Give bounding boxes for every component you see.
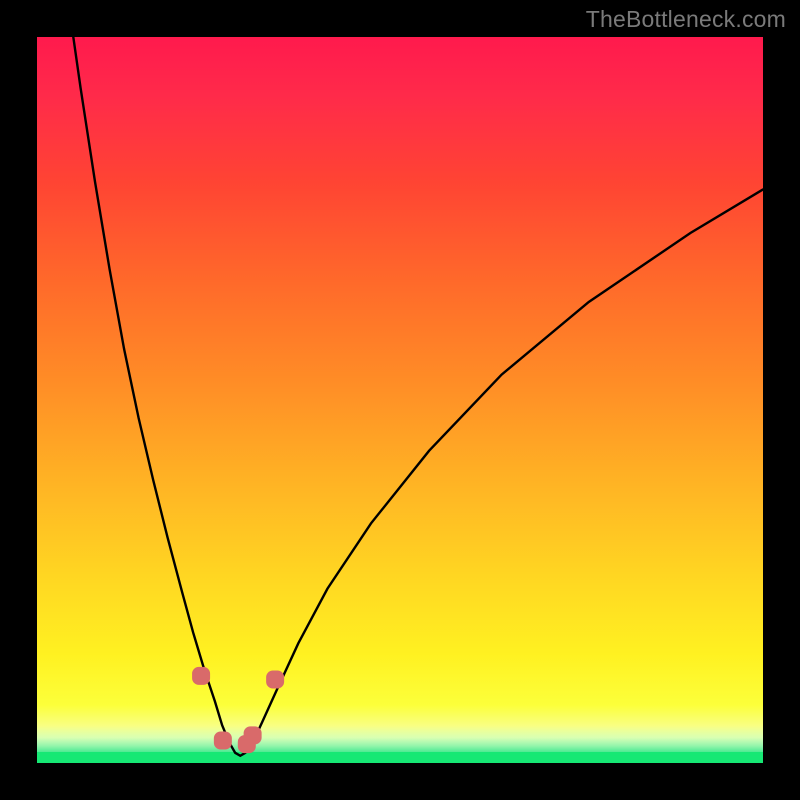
marker-right-upper <box>266 671 284 689</box>
curve-markers <box>192 667 284 753</box>
chart-frame: TheBottleneck.com <box>0 0 800 800</box>
marker-right-lower-b <box>244 726 262 744</box>
marker-left-lower <box>214 731 232 749</box>
bottleneck-curve <box>73 37 763 756</box>
watermark-text: TheBottleneck.com <box>586 6 786 33</box>
marker-left-upper <box>192 667 210 685</box>
plot-area <box>37 37 763 763</box>
curve-layer <box>37 37 763 763</box>
